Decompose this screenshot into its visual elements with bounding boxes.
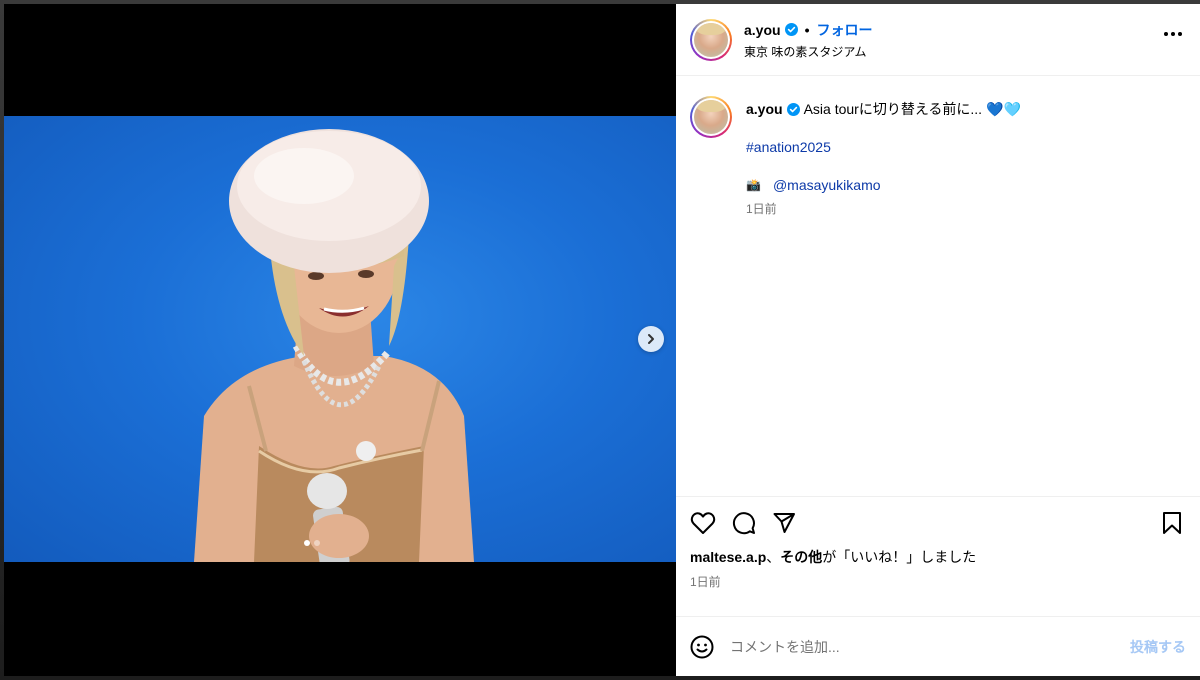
post-comment-button[interactable]: 投稿する: [1130, 637, 1186, 657]
camera-emoji: 📸: [746, 178, 761, 192]
verified-badge-icon: [784, 23, 798, 36]
caption-timestamp[interactable]: 1日前: [746, 200, 1021, 218]
comment-input[interactable]: [730, 638, 1130, 655]
send-icon: [773, 513, 795, 533]
likes-summary: maltese.a.p、その他が「いいね！」しました: [690, 547, 1186, 567]
caption-text: Asia tourに切り替える前に...: [803, 101, 983, 117]
comment-bar: 投稿する: [676, 616, 1200, 676]
avatar-image: [694, 22, 728, 57]
avatar-image: [694, 100, 728, 134]
like-button[interactable]: [690, 511, 716, 535]
avatar[interactable]: [690, 18, 732, 61]
carousel-next-button[interactable]: [638, 326, 664, 352]
carousel-dot-active: [304, 540, 310, 546]
emoji-icon: [690, 635, 714, 658]
separator-dot: •: [804, 21, 810, 38]
caption-avatar[interactable]: [690, 96, 732, 138]
likes-user-link[interactable]: maltese.a.p: [690, 549, 766, 565]
post-actions: maltese.a.p、その他が「いいね！」しました 1日前: [676, 496, 1200, 616]
username-link[interactable]: a.you: [744, 22, 781, 38]
post-photo: [4, 116, 676, 562]
more-options-icon: [1164, 32, 1168, 36]
hashtag-link[interactable]: #anation2025: [746, 138, 831, 156]
emoji-button[interactable]: [690, 635, 714, 659]
caption-username-link[interactable]: a.you: [746, 100, 783, 118]
save-button[interactable]: [1162, 511, 1182, 535]
post-modal: a.you • フォロー 東京 味の素スタジアム a.you Asia tour…: [4, 4, 1200, 676]
likes-separator: 、: [766, 549, 781, 565]
likes-suffix: が「いいね！」しました: [822, 549, 977, 565]
mention-link[interactable]: @masayukikamo: [773, 176, 881, 194]
heart-icon: [690, 512, 716, 534]
caption-emoji: 💙🩵: [986, 101, 1021, 117]
post-media: [4, 4, 676, 676]
likes-others-link[interactable]: その他: [780, 549, 822, 565]
share-button[interactable]: [772, 511, 796, 535]
carousel-indicator: [304, 540, 320, 546]
comment-button[interactable]: [732, 511, 756, 535]
location-link[interactable]: 東京 味の素スタジアム: [744, 43, 872, 60]
carousel-dot: [314, 540, 320, 546]
more-options-button[interactable]: [1164, 32, 1182, 36]
caption-area: a.you Asia tourに切り替える前に... 💙🩵 #anation202…: [676, 76, 1200, 496]
chevron-right-icon: [648, 334, 654, 344]
photo-illustration: [194, 129, 474, 562]
bookmark-icon: [1163, 512, 1181, 534]
comment-icon: [732, 512, 755, 535]
post-timestamp[interactable]: 1日前: [690, 573, 1186, 590]
post-header: a.you • フォロー 東京 味の素スタジアム: [676, 4, 1200, 76]
post-side-panel: a.you • フォロー 東京 味の素スタジアム a.you Asia tour…: [676, 4, 1200, 676]
verified-badge-icon: [786, 102, 800, 116]
follow-button[interactable]: フォロー: [816, 20, 872, 40]
